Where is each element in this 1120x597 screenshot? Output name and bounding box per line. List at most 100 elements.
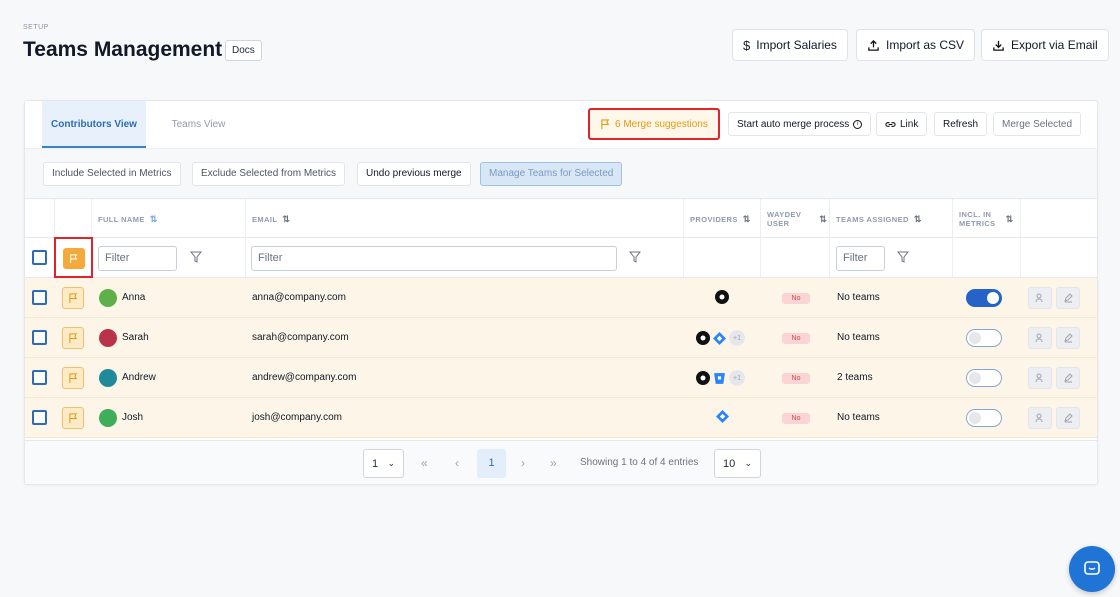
email-filter-input[interactable]: Filter <box>251 246 617 271</box>
undo-merge-button[interactable]: Undo previous merge <box>357 162 471 186</box>
per-page-select[interactable]: 10 ⌄ <box>714 449 761 478</box>
assign-team-button[interactable] <box>1028 367 1052 389</box>
waydev-user-badge: No <box>782 333 810 344</box>
last-page-icon[interactable]: » <box>550 456 557 470</box>
sort-icon[interactable]: ⇅ <box>914 214 922 225</box>
merge-suggestions-label: 6 Merge suggestions <box>615 118 708 130</box>
filter-icon[interactable] <box>190 251 202 263</box>
import-salaries-label: Import Salaries <box>756 38 837 52</box>
import-csv-button[interactable]: Import as CSV <box>856 29 976 61</box>
auto-merge-label: Start auto merge process <box>737 118 850 130</box>
edit-button[interactable] <box>1056 367 1080 389</box>
col-full-name[interactable]: FULL NAME ⇅ <box>92 199 246 239</box>
merge-flag-button[interactable] <box>62 407 84 429</box>
link-label: Link <box>900 118 919 130</box>
col-teams-assigned[interactable]: TEAMS ASSIGNED ⇅ <box>830 199 953 239</box>
highlighted-flag-cell <box>54 237 93 278</box>
edit-button[interactable] <box>1056 287 1080 309</box>
sort-icon[interactable]: ⇅ <box>1006 214 1014 225</box>
row-checkbox[interactable] <box>32 410 47 425</box>
name-filter-input[interactable]: Filter <box>98 246 177 271</box>
row-checkbox[interactable] <box>32 370 47 385</box>
include-metrics-toggle[interactable] <box>966 289 1002 307</box>
col-incl-metrics[interactable]: INCL. IN METRICS ⇅ <box>953 199 1021 239</box>
merge-flag-button[interactable] <box>62 327 84 349</box>
edit-button[interactable] <box>1056 407 1080 429</box>
page-select[interactable]: 1 ⌄ <box>363 449 404 478</box>
sort-icon[interactable]: ⇅ <box>819 214 827 225</box>
refresh-button[interactable]: Refresh <box>934 112 988 136</box>
filter-icon[interactable] <box>629 251 641 263</box>
include-metrics-toggle[interactable] <box>966 369 1002 387</box>
link-icon <box>885 121 896 127</box>
merge-flag-button[interactable] <box>62 367 84 389</box>
contributor-name[interactable]: Andrew <box>122 372 156 383</box>
include-metrics-toggle[interactable] <box>966 409 1002 427</box>
contributor-name[interactable]: Sarah <box>122 332 149 343</box>
contributor-email: josh@company.com <box>252 412 342 423</box>
table-row[interactable]: Sarah sarah@company.com +1 No No teams <box>25 318 1097 358</box>
current-page-button[interactable]: 1 <box>477 449 506 478</box>
per-page-value: 10 <box>723 457 736 470</box>
teams-assigned: 2 teams <box>837 372 873 383</box>
actions-bar: Include Selected in Metrics Exclude Sele… <box>25 148 1097 198</box>
pencil-icon <box>1064 413 1073 423</box>
jira-icon <box>713 331 726 345</box>
sort-icon[interactable]: ⇅ <box>743 214 751 225</box>
merge-flag-filter-button[interactable] <box>63 248 85 269</box>
waydev-user-badge: No <box>782 413 810 424</box>
assign-team-button[interactable] <box>1028 287 1052 309</box>
assign-team-button[interactable] <box>1028 407 1052 429</box>
avatar <box>99 289 117 307</box>
flag-icon <box>601 118 610 129</box>
auto-merge-button[interactable]: Start auto merge process i <box>728 112 872 136</box>
tab-contributors-view[interactable]: Contributors View <box>42 101 146 148</box>
merge-selected-button[interactable]: Merge Selected <box>993 112 1082 136</box>
import-csv-label: Import as CSV <box>886 38 965 52</box>
col-email[interactable]: EMAIL ⇅ <box>246 199 684 239</box>
assign-team-button[interactable] <box>1028 327 1052 349</box>
jira-icon <box>716 410 729 423</box>
include-selected-button[interactable]: Include Selected in Metrics <box>43 162 181 186</box>
more-providers-badge[interactable]: +1 <box>729 330 745 346</box>
first-page-icon[interactable]: « <box>421 456 428 470</box>
row-checkbox[interactable] <box>32 290 47 305</box>
filter-icon[interactable] <box>897 251 909 263</box>
col-waydev-user[interactable]: WAYDEV USER ⇅ <box>761 199 830 239</box>
docs-button[interactable]: Docs <box>225 40 262 61</box>
teams-filter-input[interactable]: Filter <box>836 246 885 271</box>
contributor-name[interactable]: Anna <box>122 292 145 303</box>
chevron-down-icon: ⌄ <box>744 458 752 468</box>
more-providers-badge[interactable]: +1 <box>729 370 745 386</box>
table-row[interactable]: Andrew andrew@company.com +1 No 2 teams <box>25 358 1097 398</box>
sort-icon[interactable]: ⇅ <box>282 214 290 225</box>
select-all-checkbox[interactable] <box>32 250 47 265</box>
table-row[interactable]: Josh josh@company.com No No teams <box>25 398 1097 438</box>
pencil-icon <box>1064 333 1073 343</box>
edit-button[interactable] <box>1056 327 1080 349</box>
exclude-selected-button[interactable]: Exclude Selected from Metrics <box>192 162 346 186</box>
prev-page-icon[interactable]: ‹ <box>455 456 459 470</box>
chat-button[interactable] <box>1069 546 1115 592</box>
next-page-icon[interactable]: › <box>521 456 525 470</box>
merge-suggestions-button[interactable]: 6 Merge suggestions <box>588 108 720 140</box>
table-row[interactable]: Anna anna@company.com No No teams <box>25 278 1097 318</box>
tab-teams-view[interactable]: Teams View <box>146 101 251 148</box>
flag-icon <box>68 372 77 383</box>
chevron-down-icon: ⌄ <box>387 458 395 468</box>
import-salaries-button[interactable]: $ Import Salaries <box>732 29 848 61</box>
row-checkbox[interactable] <box>32 330 47 345</box>
sort-icon[interactable]: ⇅ <box>150 214 158 225</box>
page-select-value: 1 <box>372 457 379 470</box>
pagination: 1 ⌄ « ‹ 1 › » Showing 1 to 4 of 4 entrie… <box>25 440 1097 484</box>
col-waydev-label-1: WAYDEV <box>767 210 802 219</box>
users-icon <box>1035 373 1043 383</box>
col-providers[interactable]: PROVIDERS ⇅ <box>684 199 761 239</box>
export-email-button[interactable]: Export via Email <box>981 29 1109 61</box>
manage-teams-button[interactable]: Manage Teams for Selected <box>480 162 623 186</box>
contributor-name[interactable]: Josh <box>122 412 143 423</box>
include-metrics-toggle[interactable] <box>966 329 1002 347</box>
info-icon: i <box>853 119 863 129</box>
merge-flag-button[interactable] <box>62 287 84 309</box>
link-button[interactable]: Link <box>876 112 928 136</box>
